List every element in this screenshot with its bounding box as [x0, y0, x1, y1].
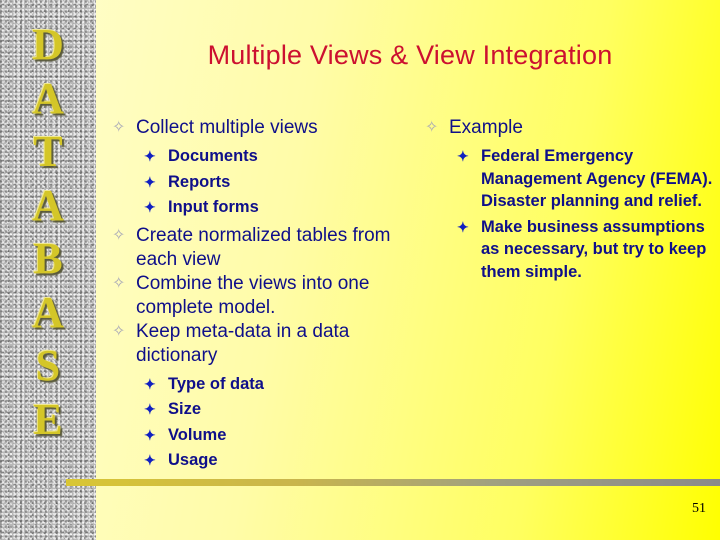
bullet-item: ✧ Example: [425, 116, 720, 140]
four-point-star-bullet-icon: ✦: [144, 148, 156, 164]
sub-bullet-item: ✦ Federal Emergency Management Agency (F…: [425, 145, 720, 213]
bullet-text: Create normalized tables from each view: [136, 224, 391, 270]
four-point-star-bullet-icon: ✦: [144, 173, 156, 190]
diamond-outline-bullet-icon: ✧: [112, 274, 126, 292]
sidebar-granite-panel: D A T A B A S E: [0, 0, 96, 540]
sub-bullet-item: ✦ Type of data: [112, 373, 402, 396]
sidebar-letter: T: [33, 127, 63, 176]
diamond-outline-bullet-icon: ✧: [112, 119, 126, 136]
sidebar-letter: A: [32, 180, 64, 230]
sidebar-letter: S: [35, 341, 61, 390]
slide-title: Multiple Views & View Integration: [207, 40, 613, 70]
bullet-item: ✧ Create normalized tables from each vie…: [112, 224, 402, 272]
bullet-text: Combine the views into one complete mode…: [136, 272, 370, 318]
bullet-item: ✧ Collect multiple views: [112, 116, 402, 140]
sub-bullet-text: Type of data: [168, 374, 264, 393]
bullet-item: ✧ Keep meta-data in a data dictionary: [112, 320, 402, 368]
sidebar-letter: B: [33, 234, 63, 283]
sidebar-database-letters: D A T A B A S E: [0, 18, 96, 446]
bullet-text: Example: [449, 117, 523, 138]
sub-bullet-item: ✦ Usage: [112, 449, 402, 472]
four-point-star-bullet-icon: ✦: [144, 199, 156, 215]
sidebar-letter: A: [32, 73, 64, 123]
diamond-outline-bullet-icon: ✧: [112, 226, 126, 244]
sub-bullet-item: ✦ Size: [112, 398, 402, 421]
sub-bullet-text: Usage: [168, 451, 218, 469]
sidebar-letter: A: [32, 287, 64, 337]
sub-bullet-text: Make business assumptions as necessary, …: [481, 217, 707, 281]
four-point-star-bullet-icon: ✦: [144, 401, 156, 417]
sub-bullet-item: ✦ Volume: [112, 424, 402, 447]
four-point-star-bullet-icon: ✦: [144, 452, 156, 468]
sub-bullet-text: Federal Emergency Management Agency (FEM…: [481, 147, 713, 210]
four-point-star-bullet-icon: ✦: [144, 426, 156, 443]
bullet-item: ✧ Combine the views into one complete mo…: [112, 272, 402, 320]
four-point-star-bullet-icon: ✦: [457, 148, 469, 164]
sub-bullet-item: ✦ Documents: [112, 145, 402, 168]
diamond-outline-bullet-icon: ✧: [112, 322, 126, 340]
sub-bullet-item: ✦ Reports: [112, 171, 402, 194]
right-column: ✧ Example ✦ Federal Emergency Management…: [425, 116, 720, 283]
sub-bullet-item: ✦ Make business assumptions as necessary…: [425, 216, 720, 284]
page-number: 51: [692, 501, 706, 516]
bullet-text: Collect multiple views: [136, 117, 318, 138]
sidebar-letter: D: [32, 20, 64, 69]
diamond-outline-bullet-icon: ✧: [425, 119, 439, 136]
sub-bullet-item: ✦ Input forms: [112, 196, 402, 219]
sidebar-letter: E: [33, 394, 63, 444]
bullet-text: Keep meta-data in a data dictionary: [136, 320, 350, 366]
sub-bullet-text: Size: [168, 400, 202, 418]
footer-separator-line: [66, 479, 720, 486]
sub-bullet-text: Input forms: [168, 198, 259, 216]
sub-bullet-text: Volume: [168, 425, 227, 444]
four-point-star-bullet-icon: ✦: [144, 375, 156, 392]
sub-bullet-text: Documents: [168, 147, 258, 165]
sub-bullet-text: Reports: [168, 172, 231, 191]
four-point-star-bullet-icon: ✦: [457, 218, 469, 235]
left-column: ✧ Collect multiple views ✦ Documents ✦ R…: [112, 116, 402, 472]
